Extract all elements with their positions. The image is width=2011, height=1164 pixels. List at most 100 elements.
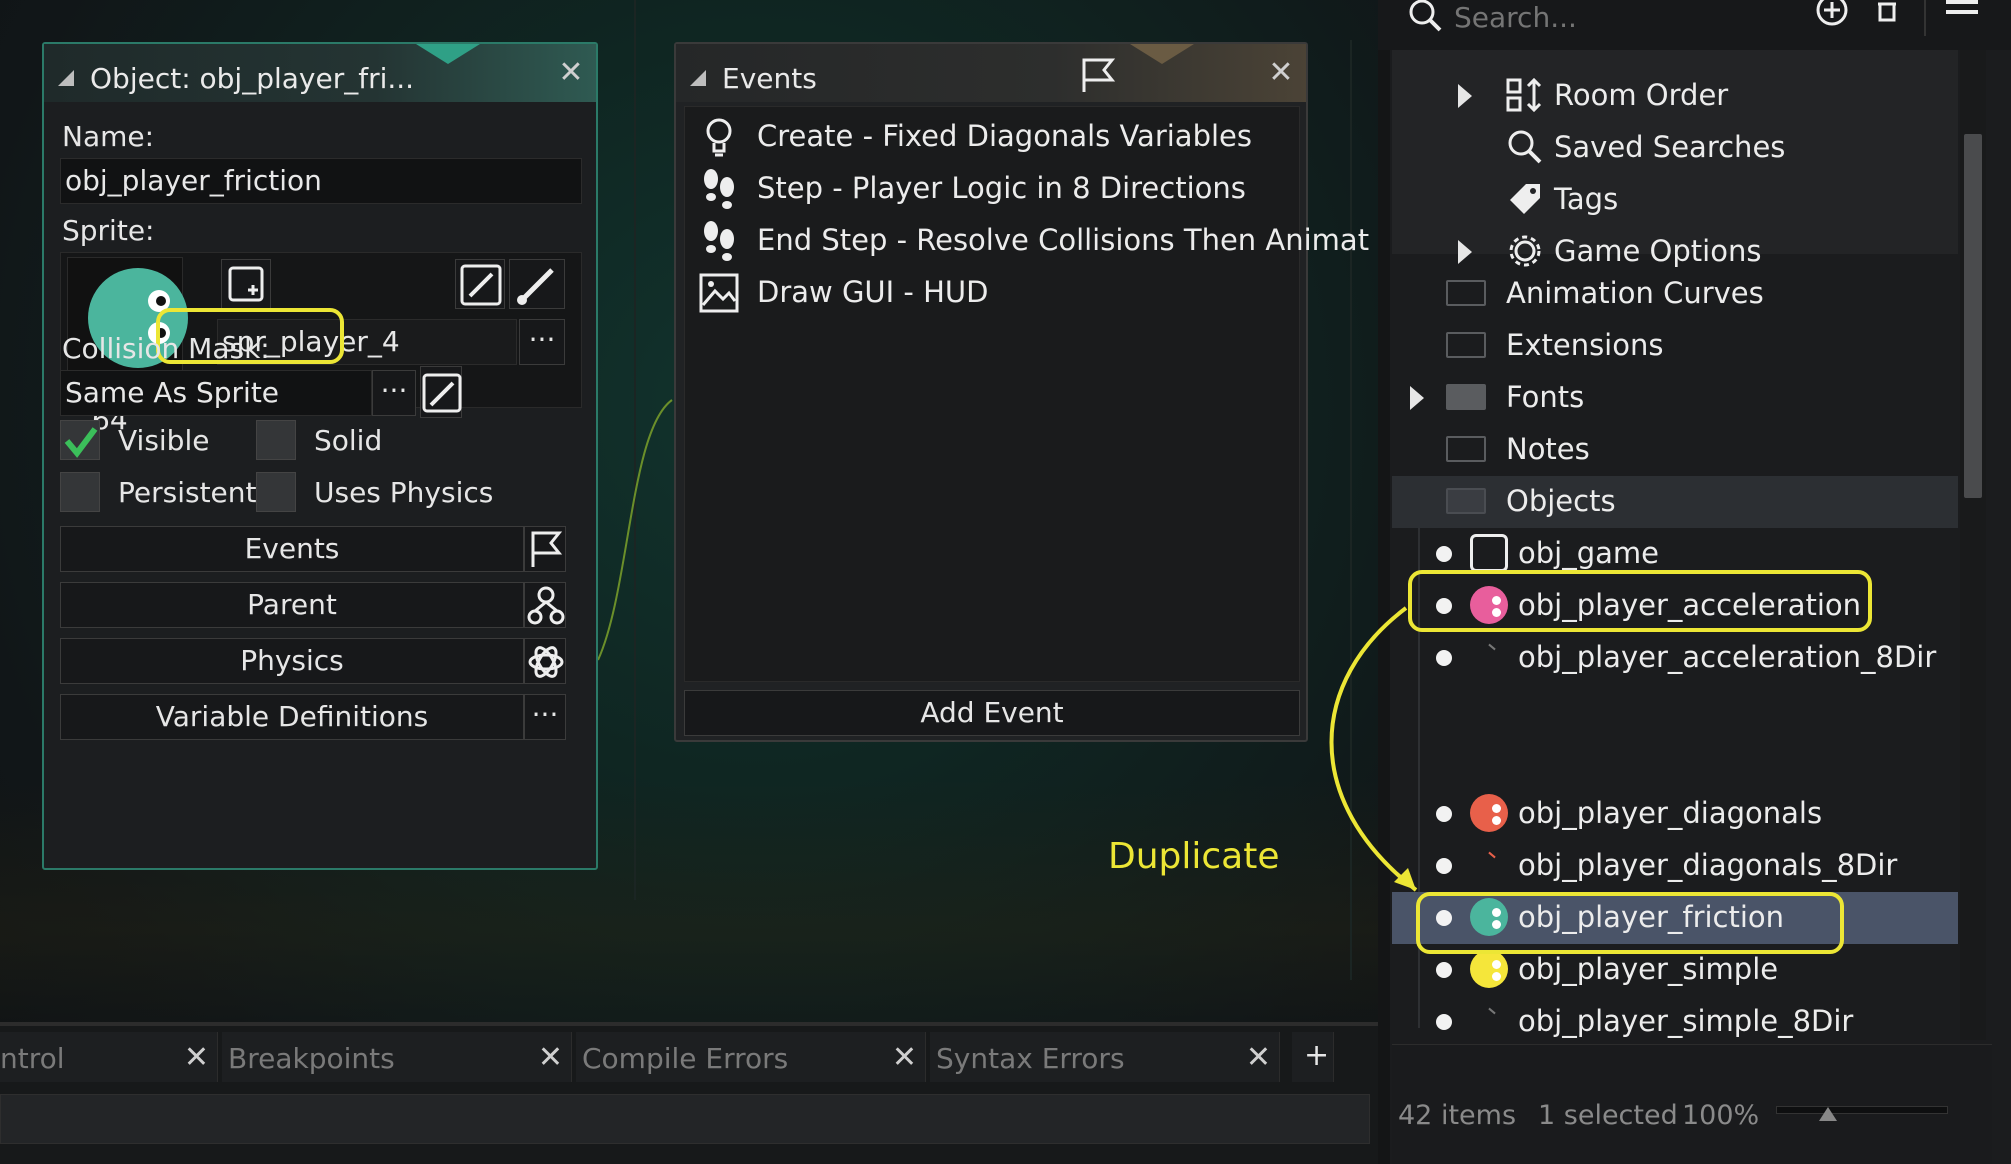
- name-label: Name:: [62, 120, 155, 153]
- physics-icon-button[interactable]: [524, 638, 566, 684]
- tree-folder-fonts[interactable]: Fonts: [1392, 372, 1958, 424]
- folder-icon: [1446, 280, 1486, 306]
- collision-mask-field[interactable]: Same As Sprite: [60, 370, 372, 416]
- parent-icon-button[interactable]: [524, 582, 566, 628]
- add-resource-icon[interactable]: [1812, 0, 1852, 30]
- hierarchy-icon: [527, 586, 565, 625]
- events-button[interactable]: Events: [60, 526, 524, 572]
- item-count: 42 items: [1398, 1100, 1517, 1131]
- tree-object-obj-player-acceleration-8dir[interactable]: obj_player_acceleration_8Dir: [1392, 632, 1958, 684]
- object-panel: Object: obj_player_fri... ✕ Name: obj_pl…: [42, 42, 598, 870]
- parent-button[interactable]: Parent: [60, 582, 524, 628]
- tree-item-label: Animation Curves: [1506, 276, 1764, 310]
- visible-label: Visible: [118, 424, 210, 457]
- zoom-slider[interactable]: [1776, 1106, 1948, 1121]
- tab-source-control[interactable]: ntrol ✕: [0, 1032, 218, 1082]
- tab-label: Compile Errors: [582, 1042, 789, 1075]
- close-icon[interactable]: ✕: [892, 1040, 917, 1075]
- sprite-browse-button[interactable]: ···: [519, 319, 565, 365]
- tab-syntax-errors[interactable]: Syntax Errors ✕: [930, 1032, 1280, 1082]
- zoom-slider-handle[interactable]: [1819, 1107, 1837, 1121]
- search-input[interactable]: [1454, 0, 1754, 34]
- tree-toolbar: [1378, 0, 2011, 50]
- variable-definitions-more-button[interactable]: ···: [524, 694, 566, 740]
- tree-folder-notes[interactable]: Notes: [1392, 424, 1958, 476]
- new-sprite-button[interactable]: [221, 259, 271, 309]
- tree-item-room-order[interactable]: Room Order: [1392, 70, 1958, 122]
- new-sprite-icon: [228, 266, 264, 302]
- highlight-friction: [1416, 892, 1844, 954]
- visible-checkbox[interactable]: [60, 420, 100, 460]
- tag-icon: [1510, 184, 1540, 214]
- tree-object-obj-player-diagonals[interactable]: obj_player_diagonals: [1392, 788, 1958, 840]
- zoom-level: 100%: [1682, 1100, 1760, 1131]
- highlight-acceleration: [1408, 570, 1872, 632]
- sprite-thumbnail: [1470, 794, 1508, 832]
- footsteps-icon: [704, 221, 734, 261]
- solid-checkbox[interactable]: [256, 420, 296, 460]
- picture-icon: [699, 273, 739, 313]
- tab-compile-errors[interactable]: Compile Errors ✕: [576, 1032, 926, 1082]
- variable-definitions-button[interactable]: Variable Definitions: [60, 694, 524, 740]
- selected-count: 1 selected: [1538, 1100, 1678, 1131]
- event-label: Create - Fixed Diagonals Variables: [757, 119, 1252, 153]
- edit-mask-button[interactable]: [420, 366, 462, 418]
- events-panel-title: Events: [722, 62, 817, 95]
- edit-mask-icon: [422, 373, 462, 413]
- name-input[interactable]: obj_player_friction: [60, 158, 582, 204]
- physics-button[interactable]: Physics: [60, 638, 524, 684]
- tree-item-label: obj_player_simple: [1518, 952, 1779, 986]
- tree-item-label: Saved Searches: [1554, 130, 1786, 164]
- close-icon[interactable]: ✕: [538, 1040, 563, 1075]
- tab-label: Syntax Errors: [936, 1042, 1125, 1075]
- connector-curve: [597, 399, 673, 661]
- events-panel: Events ✕ Create - Fixed Diagonals Variab…: [674, 42, 1369, 742]
- tree-object-obj-player-diagonals-8dir[interactable]: obj_player_diagonals_8Dir: [1392, 840, 1958, 892]
- uses-physics-label: Uses Physics: [314, 476, 494, 509]
- tree-folder-objects[interactable]: Objects: [1392, 476, 1958, 528]
- close-icon[interactable]: ✕: [1246, 1040, 1271, 1075]
- collision-browse-button[interactable]: ···: [372, 370, 416, 416]
- add-tab-button[interactable]: +: [1292, 1032, 1334, 1082]
- sprite-thumbnail: [1470, 950, 1508, 988]
- event-label: Step - Player Logic in 8 Directions: [757, 171, 1246, 205]
- duplicate-annotation: Duplicate: [1108, 836, 1280, 877]
- tree-item-label: obj_player_simple_8Dir: [1518, 1004, 1854, 1038]
- tree-folder-animation-curves[interactable]: Animation Curves: [1392, 268, 1958, 320]
- edit-sprite-button[interactable]: [455, 259, 505, 309]
- events-flag-button[interactable]: [524, 526, 566, 572]
- tree-scrollbar[interactable]: [1960, 50, 1986, 1040]
- tree-folder-extensions[interactable]: Extensions: [1392, 320, 1958, 372]
- bullet-icon: [1436, 1014, 1452, 1030]
- tree-item-label: obj_player_acceleration_8Dir: [1518, 640, 1937, 674]
- brush-button[interactable]: [509, 259, 565, 309]
- close-icon[interactable]: ✕: [184, 1040, 209, 1075]
- tab-breakpoints[interactable]: Breakpoints ✕: [222, 1032, 572, 1082]
- event-label: End Step - Resolve Collisions Then Anima…: [757, 223, 1370, 257]
- tree-item-label: Extensions: [1506, 328, 1664, 362]
- footsteps-icon: [704, 169, 734, 209]
- tree-item-saved-searches[interactable]: Saved Searches: [1392, 122, 1958, 174]
- bullet-icon: [1436, 962, 1452, 978]
- tree-item-label: Notes: [1506, 432, 1590, 466]
- tree-item-label: Game Options: [1554, 234, 1762, 268]
- scrollbar-thumb[interactable]: [1964, 134, 1982, 498]
- persistent-label: Persistent: [118, 476, 257, 509]
- grip-icon[interactable]: [58, 70, 74, 86]
- close-icon[interactable]: ✕: [1266, 58, 1296, 88]
- object-icon: [1470, 534, 1508, 572]
- add-event-button[interactable]: Add Event: [684, 690, 1300, 736]
- persistent-checkbox[interactable]: [60, 472, 100, 512]
- sprite-thumbnail: [1488, 1007, 1496, 1015]
- grip-icon[interactable]: [690, 70, 706, 86]
- menu-icon[interactable]: [1942, 0, 1982, 30]
- folder-icon: [1446, 384, 1486, 410]
- panel-notch: [416, 44, 480, 64]
- close-icon[interactable]: ✕: [556, 58, 586, 88]
- trash-icon[interactable]: [1872, 0, 1902, 30]
- tree-object-obj-player-simple-8dir[interactable]: obj_player_simple_8Dir: [1392, 996, 1958, 1048]
- tree-item-tags[interactable]: Tags: [1392, 174, 1958, 226]
- tree-item-label: obj_game: [1518, 536, 1659, 570]
- checkmark-icon: [64, 427, 98, 458]
- uses-physics-checkbox[interactable]: [256, 472, 296, 512]
